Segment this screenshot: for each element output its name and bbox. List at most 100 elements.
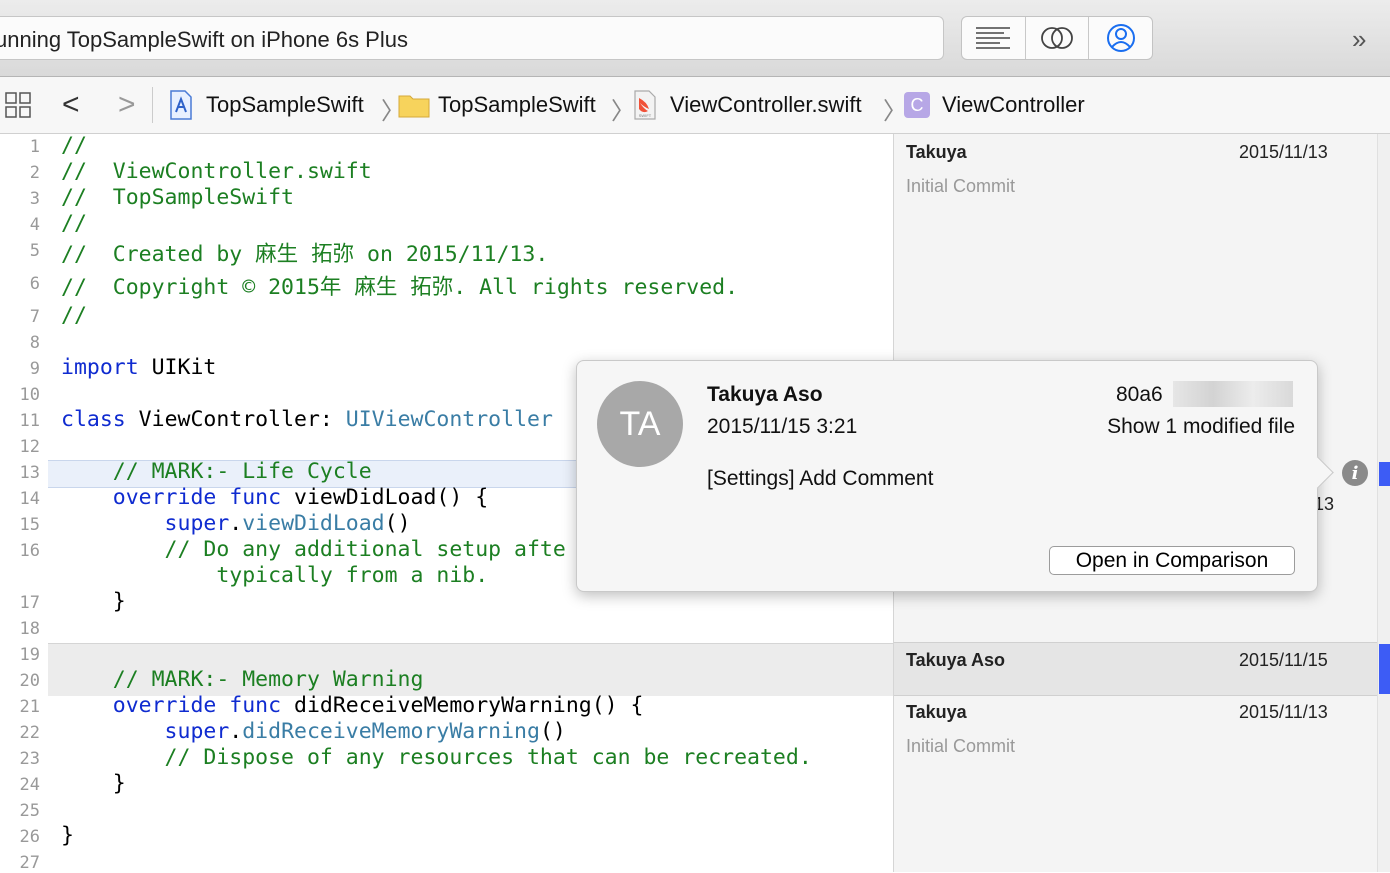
activity-status-field: unning TopSampleSwift on iPhone 6s Plus bbox=[0, 16, 944, 60]
code-line: // MARK:- Life Cycle bbox=[61, 459, 372, 484]
code-line: import UIKit bbox=[61, 355, 216, 380]
plain-token: () bbox=[384, 511, 411, 536]
plain-token: ViewController: bbox=[125, 407, 346, 432]
plain-token: UIKit bbox=[138, 355, 217, 380]
crumb-folder[interactable]: TopSampleSwift bbox=[398, 77, 596, 133]
type-token: UIViewController bbox=[345, 407, 553, 432]
blame-date: 2015/11/13 bbox=[1239, 142, 1328, 162]
line-number: 21 bbox=[19, 697, 40, 717]
line-number: 16 bbox=[19, 541, 40, 561]
crumb-file-label: ViewController.swift bbox=[670, 92, 862, 117]
code-line: // ViewController.swift bbox=[61, 159, 372, 184]
line-number: 4 bbox=[29, 215, 40, 235]
blame-author: Takuya Aso bbox=[906, 650, 1006, 670]
keyword-token: override func bbox=[61, 485, 282, 510]
xcode-project-icon bbox=[170, 90, 192, 120]
line-number: 3 bbox=[29, 189, 40, 209]
code-line: // Copyright © 2015年 麻生 拓弥. All rights r… bbox=[61, 275, 739, 300]
line-number: 9 bbox=[29, 359, 40, 379]
change-marker bbox=[1379, 644, 1390, 694]
blame-message: Initial Commit bbox=[906, 176, 1016, 196]
line-number: 22 bbox=[19, 723, 40, 743]
line-number: 7 bbox=[29, 307, 40, 327]
commit-message: [Settings] Add Comment bbox=[707, 467, 934, 490]
code-line: override func didReceiveMemoryWarning() … bbox=[61, 693, 644, 718]
line-number: 14 bbox=[19, 489, 40, 509]
editor-mode-segmented-control bbox=[961, 16, 1153, 60]
code-line: } bbox=[61, 589, 126, 614]
code-line: // TopSampleSwift bbox=[61, 185, 294, 210]
code-line: // MARK:- Memory Warning bbox=[61, 667, 424, 692]
code-line: override func viewDidLoad() { bbox=[61, 485, 488, 510]
plain-token: () bbox=[539, 719, 566, 744]
plain-token: viewDidLoad() { bbox=[281, 485, 489, 510]
toolbar-overflow-chevron-icon[interactable]: » bbox=[1352, 24, 1366, 55]
toolbar: unning TopSampleSwift on iPhone 6s Plus … bbox=[0, 0, 1390, 77]
line-number: 17 bbox=[19, 593, 40, 613]
plain-token: . bbox=[229, 511, 243, 536]
code-line: // bbox=[61, 303, 87, 328]
type-token: viewDidLoad bbox=[242, 511, 385, 536]
class-icon: C bbox=[904, 92, 930, 118]
code-line: super.viewDidLoad() bbox=[61, 511, 411, 536]
change-marker bbox=[1379, 462, 1390, 486]
line-number: 1 bbox=[29, 137, 40, 157]
open-in-comparison-button[interactable]: Open in Comparison bbox=[1049, 546, 1295, 575]
jump-bar: < > TopSampleSwift 〉 TopSampleSwift 〉 SW… bbox=[0, 77, 1390, 134]
standard-editor-button[interactable] bbox=[962, 17, 1026, 59]
hash-redaction bbox=[1173, 381, 1293, 407]
line-number: 11 bbox=[19, 411, 40, 431]
type-token: didReceiveMemoryWarning bbox=[242, 719, 540, 744]
line-number: 15 bbox=[19, 515, 40, 535]
line-number: 8 bbox=[29, 333, 40, 353]
line-number: 23 bbox=[19, 749, 40, 769]
code-line: } bbox=[61, 823, 74, 848]
swift-file-icon: SWIFT bbox=[634, 90, 656, 120]
avatar: TA bbox=[597, 381, 683, 467]
line-number: 5 bbox=[29, 241, 40, 261]
line-number: 10 bbox=[19, 385, 40, 405]
crumb-project[interactable]: TopSampleSwift bbox=[168, 77, 364, 133]
grid-icon bbox=[5, 92, 31, 118]
assistant-editor-icon bbox=[1041, 27, 1073, 49]
blame-message: Initial Commit bbox=[906, 736, 1016, 756]
vertical-scrollbar[interactable] bbox=[1377, 134, 1390, 872]
info-icon[interactable]: i bbox=[1342, 460, 1368, 486]
blame-author: Takuya bbox=[906, 142, 967, 162]
keyword-token: import bbox=[61, 355, 139, 380]
version-editor-icon bbox=[1106, 24, 1135, 52]
code-line: // Created by 麻生 拓弥 on 2015/11/13. bbox=[61, 242, 549, 267]
blame-date: 2015/11/15 bbox=[1239, 650, 1328, 670]
code-line: // bbox=[61, 133, 87, 158]
divider bbox=[894, 695, 1378, 696]
crumb-folder-label: TopSampleSwift bbox=[438, 92, 596, 117]
plain-token: . bbox=[229, 719, 243, 744]
related-items-button[interactable] bbox=[4, 77, 32, 133]
line-number: 12 bbox=[19, 437, 40, 457]
line-number: 20 bbox=[19, 671, 40, 691]
line-number: 6 bbox=[29, 274, 40, 294]
crumb-class-label: ViewController bbox=[942, 92, 1085, 117]
keyword-token: override func bbox=[61, 693, 282, 718]
keyword-token: super bbox=[61, 511, 230, 536]
version-editor-button[interactable] bbox=[1089, 17, 1152, 59]
modified-files-link[interactable]: Show 1 modified file bbox=[1107, 415, 1295, 439]
line-number: 24 bbox=[19, 775, 40, 795]
standard-editor-icon bbox=[976, 27, 1011, 49]
assistant-editor-button[interactable] bbox=[1026, 17, 1090, 59]
code-line: // Dispose of any resources that can be … bbox=[61, 745, 812, 770]
code-line: class ViewController: UIViewController bbox=[61, 407, 553, 432]
blame-date: 2015/11/13 bbox=[1239, 702, 1328, 722]
forward-button[interactable]: > bbox=[118, 77, 136, 133]
crumb-project-label: TopSampleSwift bbox=[206, 92, 364, 117]
keyword-token: super bbox=[61, 719, 230, 744]
line-number: 27 bbox=[19, 853, 40, 873]
divider bbox=[152, 87, 153, 123]
crumb-class[interactable]: C ViewController bbox=[904, 77, 1085, 133]
back-button[interactable]: < bbox=[62, 77, 80, 133]
line-number: 2 bbox=[29, 163, 40, 183]
code-line: // Do any additional setup afte bbox=[61, 537, 566, 562]
code-line: typically from a nib. bbox=[61, 563, 489, 588]
crumb-file[interactable]: SWIFT ViewController.swift bbox=[632, 77, 862, 133]
commit-hash[interactable]: 80a6 bbox=[1116, 383, 1163, 407]
